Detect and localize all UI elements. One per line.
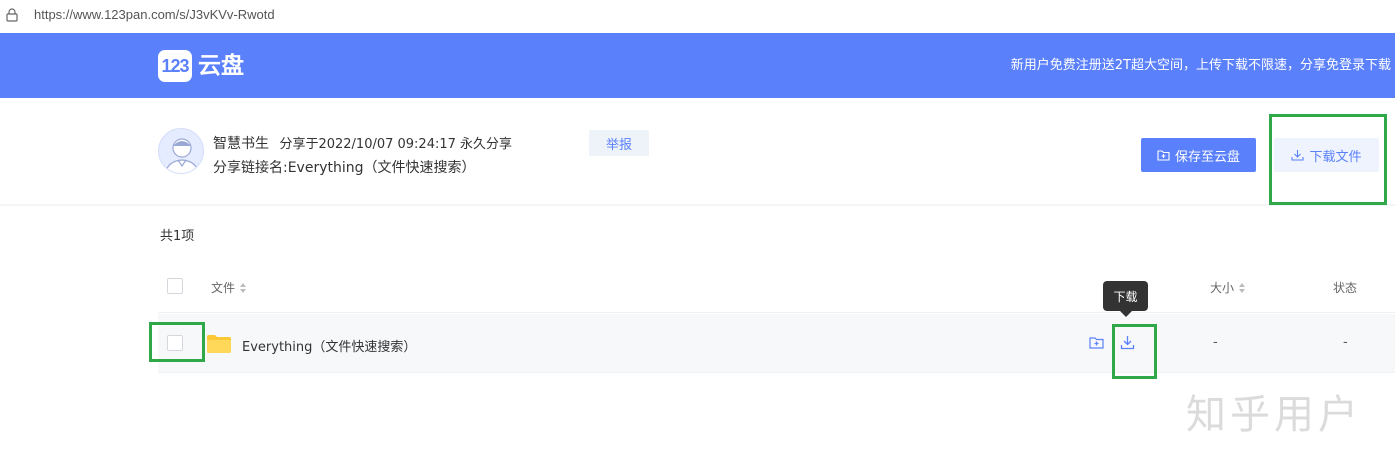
column-file-label: 文件 xyxy=(211,281,236,295)
share-info-panel: 智慧书生 分享于2022/10/07 09:24:17 永久分享 分享链接名:E… xyxy=(0,98,1395,206)
sort-icon xyxy=(240,282,247,293)
highlight-box-row-checkbox xyxy=(149,322,205,362)
save-to-cloud-label: 保存至云盘 xyxy=(1174,149,1240,165)
highlight-box-download-button xyxy=(1269,114,1387,205)
share-link-name: 分享链接名:Everything（文件快速搜索） xyxy=(213,160,476,176)
file-table-header: 文件 大小 状态 xyxy=(158,266,1395,313)
file-status: - xyxy=(1343,335,1348,350)
site-header: 123 云盘 新用户免费注册送2T超大空间，上传下载不限速，分享免登录下载 xyxy=(0,33,1395,98)
highlight-box-row-download xyxy=(1112,324,1157,379)
watermark: 知乎用户 xyxy=(1186,392,1362,438)
share-meta: 分享于2022/10/07 09:24:17 永久分享 xyxy=(279,137,513,152)
tooltip-arrow xyxy=(1120,311,1132,317)
promo-text[interactable]: 新用户免费注册送2T超大空间，上传下载不限速，分享免登录下载 xyxy=(1011,57,1391,75)
save-to-cloud-button[interactable]: 保存至云盘 xyxy=(1141,138,1256,172)
column-header-status: 状态 xyxy=(1333,279,1357,296)
save-to-folder-icon[interactable] xyxy=(1089,335,1104,350)
lock-icon xyxy=(6,8,18,22)
column-status-label: 状态 xyxy=(1333,281,1358,295)
browser-address-bar[interactable]: https://www.123pan.com/s/J3vKVv-Rwotd xyxy=(0,0,1395,33)
table-row[interactable]: Everything（文件快速搜索） - - xyxy=(158,314,1395,373)
column-header-file[interactable]: 文件 xyxy=(211,279,247,296)
sharer-name: 智慧书生 xyxy=(213,136,269,152)
logo-text[interactable]: 云盘 xyxy=(198,50,244,82)
select-all-checkbox[interactable] xyxy=(167,278,183,294)
logo-mark[interactable]: 123 xyxy=(158,50,192,82)
report-button[interactable]: 举报 xyxy=(589,130,649,156)
file-name[interactable]: Everything（文件快速搜索） xyxy=(242,336,416,355)
folder-icon xyxy=(207,335,231,353)
folder-save-icon xyxy=(1157,150,1170,161)
item-count: 共1项 xyxy=(160,229,195,244)
column-size-label: 大小 xyxy=(1210,281,1235,295)
user-avatar-icon xyxy=(164,138,200,173)
url-text[interactable]: https://www.123pan.com/s/J3vKVv-Rwotd xyxy=(34,7,275,22)
sharer-line: 智慧书生 分享于2022/10/07 09:24:17 永久分享 xyxy=(213,133,512,153)
download-tooltip: 下载 xyxy=(1103,281,1148,311)
sort-icon xyxy=(1239,282,1246,293)
avatar xyxy=(158,128,204,174)
column-header-size[interactable]: 大小 xyxy=(1210,279,1246,296)
file-size: - xyxy=(1213,335,1218,350)
